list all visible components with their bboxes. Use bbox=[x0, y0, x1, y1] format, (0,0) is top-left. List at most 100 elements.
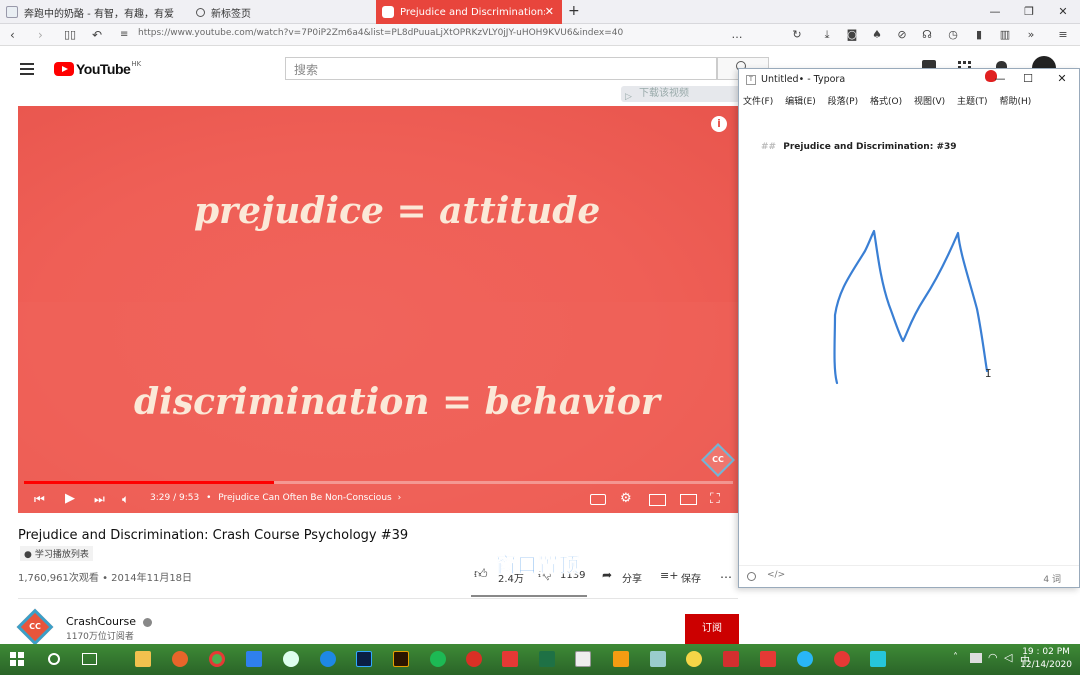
task-view-icon[interactable] bbox=[82, 653, 97, 665]
refresh-icon[interactable]: ↻ bbox=[790, 28, 804, 42]
menu-format[interactable]: 格式(O) bbox=[870, 97, 902, 107]
netease-icon[interactable] bbox=[723, 651, 739, 667]
overflow-icon[interactable]: » bbox=[1024, 28, 1038, 42]
notes-app-icon[interactable] bbox=[760, 651, 776, 667]
hamburger-menu-icon[interactable] bbox=[20, 63, 34, 75]
close-window-icon[interactable]: ✕ bbox=[1046, 0, 1080, 24]
typora-close-icon[interactable]: ✕ bbox=[1053, 72, 1071, 85]
typora-maximize-icon[interactable]: ☐ bbox=[1019, 72, 1037, 85]
speaker-icon[interactable]: ◁ bbox=[1004, 651, 1012, 664]
volume-icon[interactable]: 🔈︎ bbox=[122, 491, 129, 507]
green-app-icon[interactable] bbox=[430, 651, 446, 667]
page-menu-icon[interactable]: ≡ bbox=[120, 27, 128, 43]
app-star-icon[interactable] bbox=[320, 651, 336, 667]
wifi-icon[interactable]: ◠ bbox=[988, 651, 998, 664]
channel-avatar[interactable]: CC bbox=[16, 608, 54, 646]
bookmark-icon[interactable]: ▮ bbox=[972, 28, 986, 42]
chrome-icon[interactable] bbox=[209, 651, 225, 667]
video-text-line1: prejudice = attitude bbox=[194, 190, 601, 232]
word-count[interactable]: 4 词 bbox=[1043, 572, 1061, 585]
photoshop-icon[interactable] bbox=[356, 651, 372, 667]
settings-gear-icon[interactable]: ⚙ bbox=[620, 491, 632, 507]
excel-icon[interactable] bbox=[539, 651, 555, 667]
history-icon[interactable]: ◷ bbox=[946, 28, 960, 42]
info-icon[interactable]: i bbox=[711, 116, 727, 132]
undo-icon[interactable]: ↶ bbox=[92, 27, 102, 43]
forward-icon[interactable]: › bbox=[38, 27, 43, 43]
browser-menu-icon[interactable]: ≡ bbox=[1056, 28, 1070, 42]
save-label[interactable]: 保存 bbox=[681, 570, 701, 585]
windows-start-icon[interactable] bbox=[10, 652, 24, 666]
chapter-label[interactable]: Prejudice Can Often Be Non-Conscious bbox=[218, 493, 391, 503]
cortana-search-icon[interactable] bbox=[48, 653, 60, 665]
tray-chevron-icon[interactable]: ˄ bbox=[953, 652, 958, 663]
menu-paragraph[interactable]: 段落(P) bbox=[828, 97, 858, 107]
url-bar[interactable]: https://www.youtube.com/watch?v=7P0iP2Zm… bbox=[138, 28, 623, 38]
menu-help[interactable]: 帮助(H) bbox=[999, 97, 1031, 107]
typora-taskbar-icon[interactable] bbox=[575, 651, 591, 667]
search-input[interactable]: 搜索 bbox=[285, 57, 717, 80]
channel-name[interactable]: CrashCourse bbox=[66, 615, 152, 628]
red-app-icon[interactable] bbox=[502, 651, 518, 667]
yellow-app-icon[interactable] bbox=[686, 651, 702, 667]
file-explorer-icon[interactable] bbox=[135, 651, 151, 667]
cyan-app-icon[interactable] bbox=[870, 651, 886, 667]
theater-mode-icon[interactable] bbox=[680, 494, 697, 505]
powerpoint-icon[interactable] bbox=[466, 651, 482, 667]
music-app-icon[interactable] bbox=[834, 651, 850, 667]
screenshot-icon[interactable]: ◙ bbox=[845, 28, 859, 42]
reader-icon[interactable]: ▯▯ bbox=[64, 27, 76, 43]
more-actions-icon[interactable]: … bbox=[720, 567, 732, 581]
outline-toggle-icon[interactable] bbox=[747, 572, 756, 581]
new-tab-button[interactable]: + bbox=[568, 3, 580, 19]
browser-tab-active[interactable]: Prejudice and Discrimination: Crash ✕ bbox=[376, 0, 562, 24]
browser-tab[interactable]: 奔跑中的奶酪 - 有智，有趣，有爱 bbox=[0, 0, 190, 24]
subscriber-count: 1170万位订阅者 bbox=[66, 632, 134, 642]
bridge-icon[interactable] bbox=[393, 651, 409, 667]
thumbs-up-icon[interactable]: 👍︎ bbox=[474, 567, 488, 582]
firefox-icon[interactable] bbox=[172, 651, 188, 667]
share-label[interactable]: 分享 bbox=[622, 570, 642, 585]
heading-marker: ## bbox=[761, 142, 777, 152]
extension-icon[interactable]: ♠ bbox=[870, 28, 884, 42]
miniplayer-icon[interactable] bbox=[649, 494, 666, 506]
playlist-tag[interactable]: ● 学习播放列表 bbox=[20, 546, 93, 561]
back-icon[interactable]: ‹ bbox=[10, 27, 15, 43]
typora-minimize-icon[interactable]: — bbox=[991, 72, 1009, 85]
menu-theme[interactable]: 主题(T) bbox=[957, 97, 988, 107]
wechat-icon[interactable] bbox=[283, 651, 299, 667]
share-icon[interactable]: ➦ bbox=[602, 568, 612, 582]
more-icon[interactable]: … bbox=[730, 28, 744, 42]
app-icon[interactable] bbox=[650, 651, 666, 667]
browser-app-icon[interactable] bbox=[797, 651, 813, 667]
tray-clock[interactable]: 19 : 02 PM 12/14/2020 bbox=[1020, 646, 1072, 672]
restore-icon[interactable]: ❐ bbox=[1012, 0, 1046, 24]
download-icon[interactable]: ⤓ bbox=[820, 28, 834, 42]
stats-icon[interactable]: ▥ bbox=[998, 28, 1012, 42]
source-code-icon[interactable]: </> bbox=[767, 570, 785, 580]
subscribe-button[interactable]: 订阅 bbox=[685, 614, 739, 644]
menu-edit[interactable]: 编辑(E) bbox=[785, 97, 816, 107]
minimize-icon[interactable]: — bbox=[978, 0, 1012, 24]
sublime-icon[interactable] bbox=[613, 651, 629, 667]
menu-file[interactable]: 文件(F) bbox=[743, 97, 773, 107]
document-heading[interactable]: ## Prejudice and Discrimination: #39 bbox=[761, 142, 957, 152]
browser-tab[interactable]: 新标签页 bbox=[190, 0, 376, 24]
subtitles-icon[interactable] bbox=[590, 494, 606, 505]
play-button-icon[interactable]: ▶ bbox=[65, 491, 75, 507]
video-player[interactable]: prejudice = attitude discrimination = be… bbox=[18, 106, 739, 513]
save-playlist-icon[interactable]: ≡+ bbox=[660, 569, 678, 582]
tray-app-icon[interactable] bbox=[970, 653, 982, 663]
close-tab-icon[interactable]: ✕ bbox=[545, 5, 554, 18]
view-count-date: 1,760,961次观看 • 2014年11月18日 bbox=[18, 573, 193, 584]
next-icon[interactable]: ⏭ bbox=[94, 491, 105, 507]
fullscreen-icon[interactable]: ⛶ bbox=[710, 491, 720, 507]
download-video-button[interactable]: ▷ 下载该视频 bbox=[621, 86, 741, 102]
compass-icon[interactable]: ⊘ bbox=[895, 28, 909, 42]
todo-check-icon[interactable] bbox=[246, 651, 262, 667]
previous-icon[interactable]: ⏮ bbox=[34, 491, 45, 507]
progress-bar[interactable] bbox=[24, 481, 733, 484]
menu-view[interactable]: 视图(V) bbox=[914, 97, 945, 107]
youtube-logo[interactable]: YouTube HK bbox=[54, 60, 141, 77]
headphones-icon[interactable]: ☊ bbox=[920, 28, 934, 42]
